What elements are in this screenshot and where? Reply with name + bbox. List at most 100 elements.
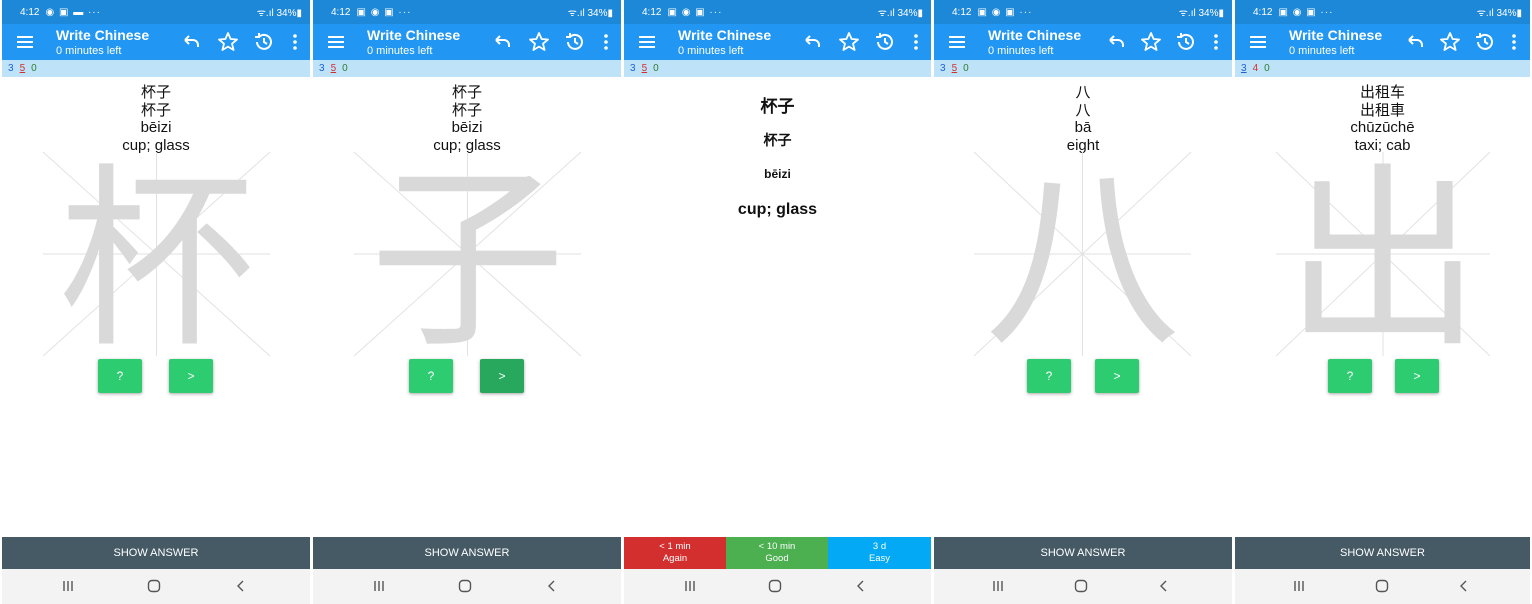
menu-icon[interactable] xyxy=(636,31,658,53)
again-interval: < 1 min xyxy=(659,541,691,552)
status-time: 4:12 xyxy=(952,6,972,18)
card-counts: 350 xyxy=(313,60,621,77)
app-toolbar: Write Chinese 0 minutes left xyxy=(624,24,931,60)
card-counts: 340 xyxy=(1235,60,1530,77)
next-stroke-button[interactable]: > xyxy=(1095,359,1139,393)
traditional-text: 杯子 xyxy=(451,101,482,119)
status-right: ᯤ.ıl 34%▮ xyxy=(1476,8,1522,19)
home-icon[interactable] xyxy=(1373,578,1391,594)
toolbar-subtitle: 0 minutes left xyxy=(988,45,1054,57)
app-toolbar: Write Chinese 0 minutes left xyxy=(934,24,1232,60)
card-question: 杯子 杯子 bēizi cup; glass xyxy=(2,84,310,154)
recent-apps-icon[interactable] xyxy=(681,578,699,594)
more-vertical-icon[interactable] xyxy=(1204,30,1228,54)
recent-apps-icon[interactable] xyxy=(989,578,1007,594)
simplified-text: 八 xyxy=(1075,84,1091,101)
more-vertical-icon[interactable] xyxy=(1502,30,1526,54)
notification-icons: ▣ ◉ ▣ ··· xyxy=(977,6,1033,18)
more-vertical-icon[interactable] xyxy=(904,30,928,54)
show-answer-button[interactable]: SHOW ANSWER xyxy=(313,537,621,569)
easy-button[interactable]: 3 d Easy xyxy=(828,537,931,569)
undo-icon[interactable] xyxy=(1104,30,1128,54)
history-icon[interactable] xyxy=(873,30,897,54)
back-icon[interactable] xyxy=(232,578,250,594)
review-count: 0 xyxy=(342,63,348,74)
home-icon[interactable] xyxy=(1072,578,1090,594)
back-icon[interactable] xyxy=(1155,578,1173,594)
history-icon[interactable] xyxy=(1473,30,1497,54)
hint-button[interactable]: ? xyxy=(1027,359,1071,393)
show-answer-button[interactable]: SHOW ANSWER xyxy=(1235,537,1530,569)
good-button[interactable]: < 10 min Good xyxy=(726,537,828,569)
recent-apps-icon[interactable] xyxy=(370,578,388,594)
recent-apps-icon[interactable] xyxy=(1290,578,1308,594)
status-right: ᯤ.ıl 34%▮ xyxy=(877,8,923,19)
star-icon[interactable] xyxy=(527,30,551,54)
answer-traditional: 杯子 xyxy=(763,132,792,148)
toolbar-title: Write Chinese xyxy=(988,27,1082,43)
menu-icon[interactable] xyxy=(1247,31,1269,53)
writing-canvas[interactable]: 出 xyxy=(1275,147,1491,375)
undo-icon[interactable] xyxy=(490,30,514,54)
learn-count: 5 xyxy=(19,63,26,74)
again-button[interactable]: < 1 min Again xyxy=(624,537,726,569)
next-stroke-button[interactable]: > xyxy=(1395,359,1439,393)
status-bar: 4:12 ▣ ◉ ▣ ··· ᯤ.ıl 34%▮ xyxy=(313,0,621,24)
good-interval: < 10 min xyxy=(758,541,796,552)
status-time: 4:12 xyxy=(331,6,351,18)
status-right: ᯤ.ıl 34%▮ xyxy=(256,8,302,19)
notification-icons: ◉ ▣ ▬ ··· xyxy=(45,6,101,18)
status-bar: 4:12 ▣ ◉ ▣ ··· ᯤ.ıl 34%▮ xyxy=(934,0,1232,24)
toolbar-subtitle: 0 minutes left xyxy=(1289,45,1355,57)
new-count: 3 xyxy=(630,63,636,74)
menu-icon[interactable] xyxy=(325,31,347,53)
system-nav-bar xyxy=(2,569,310,604)
app-toolbar: Write Chinese 0 minutes left xyxy=(1235,24,1530,60)
more-vertical-icon[interactable] xyxy=(594,30,618,54)
next-stroke-button[interactable]: > xyxy=(169,359,213,393)
phone-screen-5: 4:12 ▣ ◉ ▣ ··· ᯤ.ıl 34%▮ Write Chinese 0… xyxy=(1235,0,1530,604)
home-icon[interactable] xyxy=(145,578,163,594)
writing-canvas[interactable]: 杯 xyxy=(42,147,271,375)
show-answer-button[interactable]: SHOW ANSWER xyxy=(2,537,310,569)
more-vertical-icon[interactable] xyxy=(283,30,307,54)
status-bar: 4:12 ▣ ◉ ▣ ··· ᯤ.ıl 34%▮ xyxy=(1235,0,1530,24)
back-icon[interactable] xyxy=(543,578,561,594)
undo-icon[interactable] xyxy=(1403,30,1427,54)
history-icon[interactable] xyxy=(1174,30,1198,54)
hint-button[interactable]: ? xyxy=(1328,359,1372,393)
system-nav-bar xyxy=(624,569,931,604)
next-stroke-button[interactable]: > xyxy=(480,359,524,393)
star-icon[interactable] xyxy=(216,30,240,54)
hint-character: 八 xyxy=(984,147,1180,375)
writing-canvas[interactable]: 八 xyxy=(973,147,1192,375)
hint-button[interactable]: ? xyxy=(409,359,453,393)
hint-button[interactable]: ? xyxy=(98,359,142,393)
answer-simplified: 杯子 xyxy=(760,97,795,116)
back-icon[interactable] xyxy=(1455,578,1473,594)
menu-icon[interactable] xyxy=(14,31,36,53)
history-icon[interactable] xyxy=(252,30,276,54)
writing-canvas[interactable]: 子 xyxy=(353,147,582,375)
star-icon[interactable] xyxy=(1139,30,1163,54)
back-icon[interactable] xyxy=(852,578,870,594)
history-icon[interactable] xyxy=(563,30,587,54)
home-icon[interactable] xyxy=(456,578,474,594)
toolbar-title: Write Chinese xyxy=(56,27,150,43)
status-time: 4:12 xyxy=(20,6,40,18)
toolbar-title: Write Chinese xyxy=(678,27,772,43)
home-icon[interactable] xyxy=(766,578,784,594)
hint-character: 子 xyxy=(369,147,565,375)
show-answer-button[interactable]: SHOW ANSWER xyxy=(934,537,1232,569)
toolbar-subtitle: 0 minutes left xyxy=(56,45,122,57)
hint-character: 出 xyxy=(1285,147,1481,375)
undo-icon[interactable] xyxy=(800,30,824,54)
menu-icon[interactable] xyxy=(946,31,968,53)
review-count: 0 xyxy=(31,63,37,74)
recent-apps-icon[interactable] xyxy=(59,578,77,594)
traditional-text: 杯子 xyxy=(140,101,171,119)
star-icon[interactable] xyxy=(1438,30,1462,54)
star-icon[interactable] xyxy=(837,30,861,54)
good-label: Good xyxy=(765,553,789,564)
undo-icon[interactable] xyxy=(179,30,203,54)
